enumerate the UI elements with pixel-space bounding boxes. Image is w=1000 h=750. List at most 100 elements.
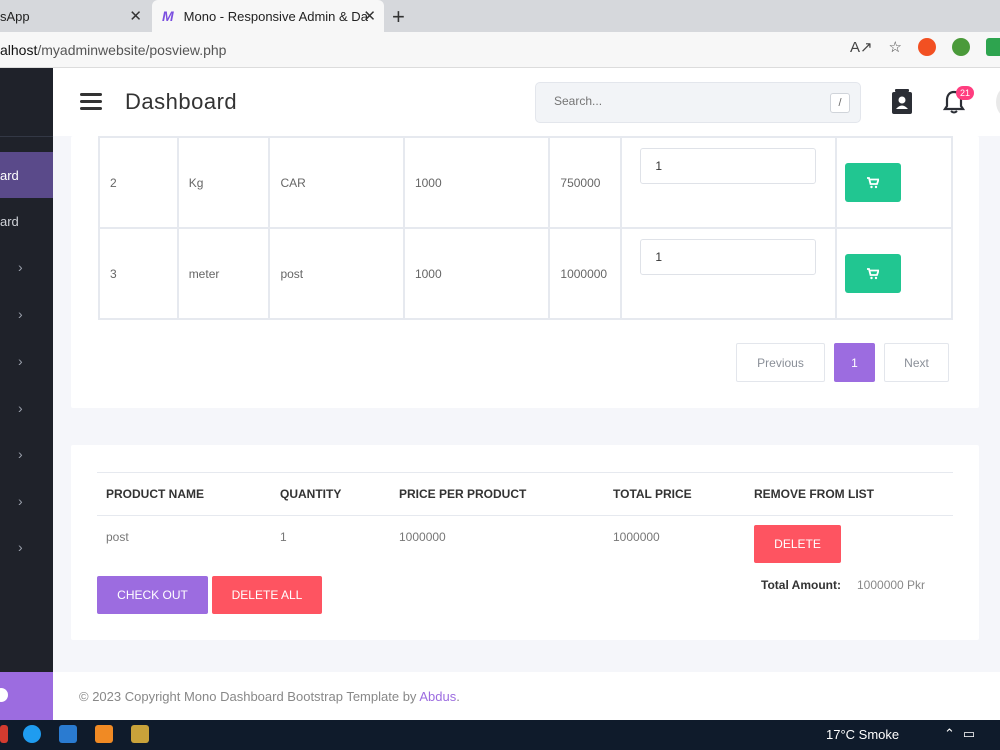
product-stock: 1000	[402, 227, 551, 320]
page-number-button[interactable]: 1	[834, 343, 875, 382]
sidebar-footer[interactable]	[0, 672, 53, 720]
table-row: 3 meter post 1000 1000000	[98, 227, 953, 320]
settings-icon	[0, 688, 8, 702]
pagination: Previous 1 Next	[736, 343, 949, 382]
chevron-right-icon: ›	[18, 539, 23, 555]
edge-browser-icon[interactable]	[23, 725, 41, 743]
add-to-cart-button[interactable]	[845, 163, 902, 202]
page-footer: © 2023 Copyright Mono Dashboard Bootstra…	[53, 672, 1000, 720]
search-input[interactable]	[554, 94, 814, 108]
chevron-right-icon: ›	[18, 446, 23, 462]
product-unit: meter	[176, 227, 271, 320]
search-shortcut-hint: /	[830, 93, 850, 113]
delete-all-button[interactable]: DELETE ALL	[212, 576, 322, 614]
extension-icon[interactable]	[986, 38, 1000, 56]
xampp-icon[interactable]	[95, 725, 113, 743]
cart-action-cell: DELETE	[745, 516, 953, 563]
weather-widget[interactable]: 17°C Smoke	[826, 727, 899, 742]
chevron-right-icon: ›	[18, 400, 23, 416]
sidebar-item[interactable]: ›	[0, 338, 53, 384]
read-aloud-icon[interactable]: A↗	[850, 38, 873, 56]
search-box[interactable]: /	[535, 82, 861, 123]
table-row: post 1 1000000 1000000 DELETE	[97, 516, 953, 563]
author-link[interactable]: Abdus	[419, 689, 456, 704]
product-unit: Kg	[176, 136, 271, 229]
hamburger-menu-icon[interactable]	[80, 93, 102, 110]
vscode-icon[interactable]	[59, 725, 77, 743]
sidebar-item[interactable]: ›	[0, 431, 53, 477]
product-id: 3	[98, 227, 179, 320]
chevron-up-icon[interactable]: ⌃	[944, 726, 955, 742]
divider	[0, 136, 53, 137]
sidebar-item-dashboard-2[interactable]: ard	[0, 198, 53, 244]
page-title: Dashboard	[125, 89, 238, 114]
copyright-label: © 2023 Copyright Mono Dashboard Bootstra…	[79, 689, 420, 704]
sidebar-item[interactable]: ›	[0, 478, 53, 524]
total-amount-label: Total Amount:	[761, 578, 841, 592]
action-cell	[835, 136, 953, 229]
sidebar-item[interactable]: ›	[0, 385, 53, 431]
cart-table: PRODUCT NAME QUANTITY PRICE PER PRODUCT …	[97, 472, 953, 563]
extension-icon[interactable]	[952, 38, 970, 56]
products-table: 2 Kg CAR 1000 750000 3 meter post 1000 1…	[98, 136, 953, 320]
chevron-right-icon: ›	[18, 353, 23, 369]
quantity-input[interactable]	[640, 239, 817, 275]
sidebar-item[interactable]: ›	[0, 291, 53, 337]
cart-price: 1000000	[399, 530, 446, 544]
browser-tab-strip: sApp ✕ M Mono - Responsive Admin & Da ✕ …	[0, 0, 1000, 32]
cart-total: 1000000	[613, 530, 660, 544]
app-icon[interactable]	[0, 725, 8, 743]
network-icon[interactable]: ▭	[963, 726, 975, 742]
address-bar-icons: A↗ ☆	[850, 38, 1000, 56]
close-icon[interactable]: ✕	[129, 7, 142, 25]
sidebar-item[interactable]: ›	[0, 244, 53, 290]
cart-product-name: post	[106, 530, 129, 544]
product-id: 2	[98, 136, 179, 229]
close-icon[interactable]: ✕	[363, 7, 376, 25]
product-name: CAR	[268, 136, 405, 229]
copyright-suffix: .	[456, 689, 460, 704]
cart-card: PRODUCT NAME QUANTITY PRICE PER PRODUCT …	[71, 445, 979, 640]
table-row: 2 Kg CAR 1000 750000	[98, 136, 953, 229]
chevron-right-icon: ›	[18, 306, 23, 322]
sidebar-item-label: ard	[0, 167, 19, 183]
mono-logo-icon: M	[162, 8, 174, 24]
winrar-icon[interactable]	[131, 725, 149, 743]
browser-tab-whatsapp[interactable]: sApp ✕	[0, 0, 150, 32]
address-bar[interactable]: alhost/myadminwebsite/posview.php A↗ ☆	[0, 32, 1000, 68]
avatar[interactable]	[996, 85, 1000, 119]
contacts-icon[interactable]	[891, 89, 913, 115]
url-text[interactable]: alhost/myadminwebsite/posview.php	[0, 42, 226, 58]
url-host: alhost	[0, 42, 38, 58]
extension-icon[interactable]	[918, 38, 936, 56]
column-header: QUANTITY	[271, 472, 390, 516]
top-header: Dashboard / 21	[53, 68, 1000, 136]
cart-quantity: 1	[280, 530, 287, 544]
sidebar-item-dashboard[interactable]: ard	[0, 152, 53, 198]
action-cell	[835, 227, 953, 320]
tab-label: Mono - Responsive Admin & Da	[183, 8, 368, 24]
checkout-button[interactable]: CHECK OUT	[97, 576, 208, 614]
product-stock: 1000	[402, 136, 551, 229]
add-to-cart-button[interactable]	[845, 254, 902, 293]
cart-icon	[867, 176, 880, 188]
sidebar: ard ard › › › › › › ›	[0, 68, 53, 720]
product-name: post	[268, 227, 405, 320]
total-amount-value: 1000000 Pkr	[857, 578, 926, 592]
quantity-input[interactable]	[640, 148, 817, 184]
qty-cell	[620, 227, 838, 320]
favorite-icon[interactable]: ☆	[889, 38, 902, 56]
new-tab-icon[interactable]: +	[392, 4, 405, 30]
copyright-text: © 2023 Copyright Mono Dashboard Bootstra…	[79, 689, 460, 704]
previous-page-button[interactable]: Previous	[736, 343, 825, 382]
products-card: 2 Kg CAR 1000 750000 3 meter post 1000 1…	[71, 136, 979, 408]
table-header-row: PRODUCT NAME QUANTITY PRICE PER PRODUCT …	[97, 472, 953, 516]
tab-label: sApp	[0, 8, 30, 24]
sidebar-item[interactable]: ›	[0, 524, 53, 570]
column-header: PRICE PER PRODUCT	[390, 472, 604, 516]
column-header: TOTAL PRICE	[604, 472, 745, 516]
next-page-button[interactable]: Next	[884, 343, 949, 382]
delete-item-button[interactable]: DELETE	[754, 525, 841, 563]
browser-tab-mono[interactable]: M Mono - Responsive Admin & Da ✕	[152, 0, 384, 32]
column-header: REMOVE FROM LIST	[745, 472, 953, 516]
